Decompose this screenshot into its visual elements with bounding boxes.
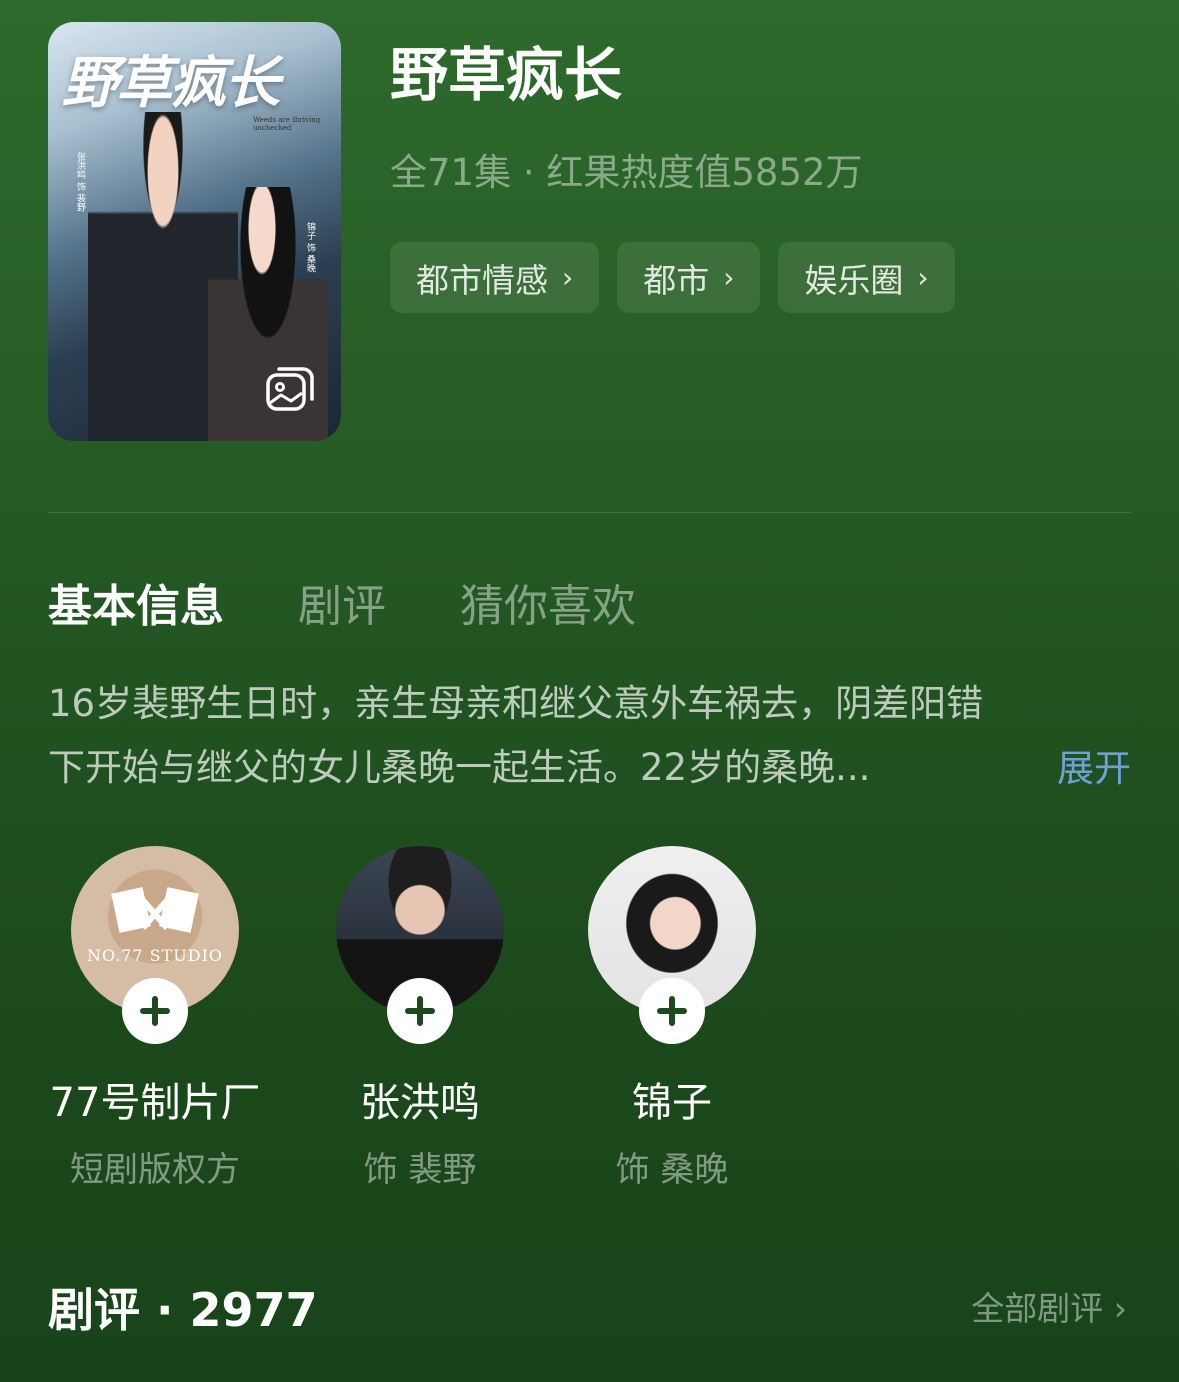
poster-credit-left: 张洪鸣 饰 裴野 [75, 152, 85, 212]
cast-name: 锦子 [632, 1080, 712, 1126]
avatar[interactable] [336, 846, 504, 1044]
cast-role: 饰 桑晚 [615, 1150, 729, 1190]
cast-name: 77号制片厂 [49, 1080, 261, 1126]
cast-item-actor[interactable]: 张洪鸣 饰 裴野 [313, 846, 527, 1191]
poster-subtitle: Weeds are thriving unchecked [253, 116, 321, 132]
plus-icon[interactable] [639, 978, 705, 1044]
plus-icon[interactable] [122, 978, 188, 1044]
poster-credit-right: 锦子 饰 桑晚 [305, 222, 315, 273]
avatar[interactable]: NO.77 STUDIO [71, 846, 239, 1044]
poster-title-art: 野草疯长 [62, 50, 280, 116]
tag-list: 都市情感 › 都市 › 娱乐圈 › [390, 242, 955, 313]
section-divider [48, 512, 1131, 513]
description-line: 下开始与继父的女儿桑晚一起生活。22岁的桑晚... [48, 746, 871, 789]
tag-label: 都市情感 [416, 260, 548, 300]
cast-name: 张洪鸣 [360, 1080, 480, 1126]
tab-reviews[interactable]: 剧评 [298, 570, 386, 634]
tag-urban-romance[interactable]: 都市情感 › [390, 242, 600, 313]
cast-role: 饰 裴野 [363, 1150, 477, 1190]
cast-item-actress[interactable]: 锦子 饰 桑晚 [565, 846, 779, 1191]
description-line: 16岁裴野生日时，亲生母亲和继父意外车祸去，阴差阳错 [48, 682, 984, 725]
reviews-heading: 剧评 · 2977 [48, 1283, 318, 1337]
tab-recommendations[interactable]: 猜你喜欢 [460, 570, 636, 634]
tag-urban[interactable]: 都市 › [617, 242, 761, 313]
tag-entertainment[interactable]: 娱乐圈 › [778, 242, 955, 313]
drama-meta: 全71集 · 红果热度值5852万 [390, 151, 863, 194]
cast-role: 短剧版权方 [70, 1150, 240, 1190]
tag-label: 娱乐圈 [804, 260, 904, 300]
drama-poster[interactable]: 野草疯长 Weeds are thriving unchecked 张洪鸣 饰 … [48, 22, 341, 441]
plus-icon[interactable] [387, 978, 453, 1044]
tab-bar: 基本信息 剧评 猜你喜欢 [48, 570, 636, 634]
film-reel-icon [111, 887, 199, 933]
chevron-right-icon: › [562, 261, 574, 294]
gallery-icon[interactable] [265, 365, 315, 413]
chevron-right-icon: › [723, 261, 735, 294]
expand-link[interactable]: 展开 [1057, 738, 1131, 792]
chevron-right-icon: › [1113, 1289, 1127, 1328]
chevron-right-icon: › [917, 261, 929, 294]
studio-logo-text: NO.77 STUDIO [86, 946, 224, 965]
avatar[interactable] [588, 846, 756, 1044]
tag-label: 都市 [643, 260, 710, 300]
description: 16岁裴野生日时，亲生母亲和继父意外车祸去，阴差阳错 下开始与继父的女儿桑晚一起… [48, 672, 1130, 800]
drama-title: 野草疯长 [390, 41, 623, 109]
all-reviews-link[interactable]: 全部剧评 › [971, 1282, 1127, 1330]
tab-basic-info[interactable]: 基本信息 [48, 570, 224, 634]
cast-item-studio[interactable]: NO.77 STUDIO 77号制片厂 短剧版权方 [48, 846, 262, 1191]
all-reviews-label: 全部剧评 [971, 1289, 1104, 1328]
